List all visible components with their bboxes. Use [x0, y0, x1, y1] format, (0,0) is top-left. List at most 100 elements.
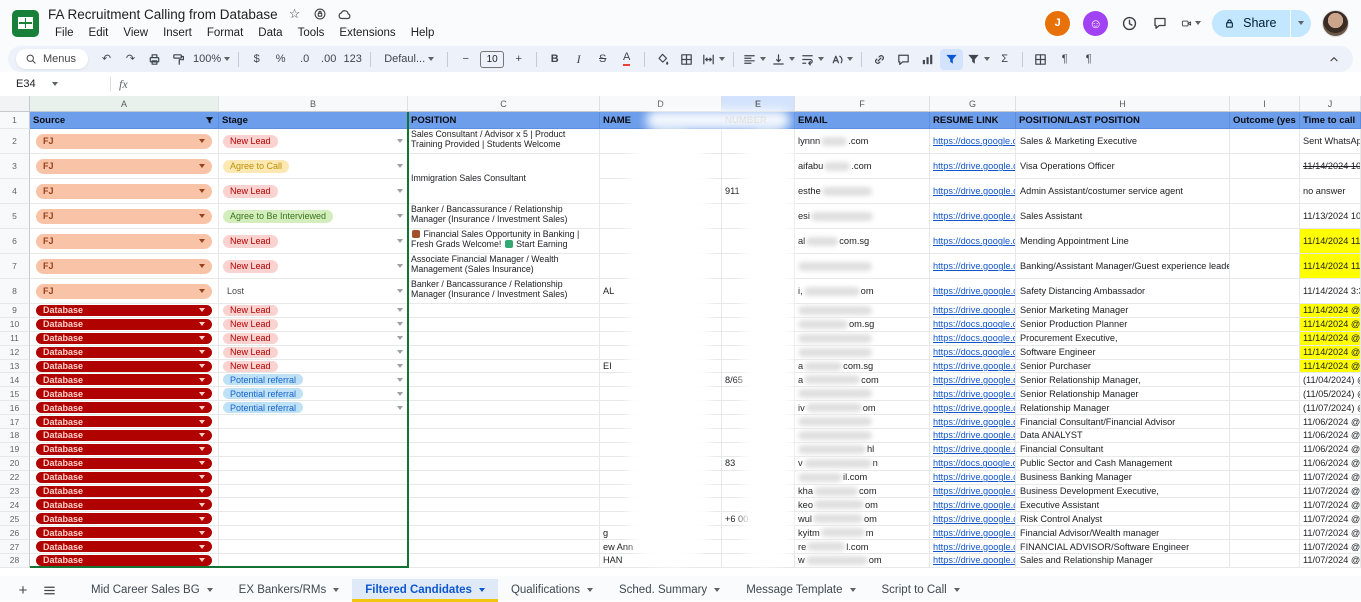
resume-link[interactable]: https://drive.google.co	[930, 254, 1015, 278]
resume-link[interactable]: https://drive.google.co	[930, 498, 1015, 511]
row-header-5[interactable]: 5	[0, 204, 30, 229]
source-chip[interactable]: Database	[36, 347, 212, 358]
menu-file[interactable]: File	[48, 26, 81, 40]
cell-G24[interactable]: https://drive.google.co	[930, 498, 1016, 512]
cell-B15[interactable]: Potential referral	[219, 387, 408, 401]
row-header-20[interactable]: 20	[0, 457, 30, 471]
zoom-select[interactable]: 100%	[191, 49, 232, 70]
row-header-19[interactable]: 19	[0, 443, 30, 457]
document-title[interactable]: FA Recruitment Calling from Database	[48, 7, 278, 22]
cell-J8[interactable]: 11/14/2024 3:3	[1300, 279, 1361, 304]
cell-I28[interactable]	[1230, 554, 1300, 568]
row-header-10[interactable]: 10	[0, 318, 30, 332]
cell-F12[interactable]	[795, 346, 930, 360]
row-header-6[interactable]: 6	[0, 229, 30, 254]
column-header-A[interactable]: A	[30, 96, 219, 112]
resume-link[interactable]: https://drive.google.co	[930, 154, 1015, 178]
source-chip[interactable]: Database	[36, 430, 212, 441]
source-chip[interactable]: Database	[36, 361, 212, 372]
row-header-15[interactable]: 15	[0, 387, 30, 401]
cell-C22[interactable]	[408, 471, 600, 485]
cell-A23[interactable]: Database	[30, 485, 219, 499]
source-chip[interactable]: FJ	[36, 234, 212, 249]
column-header-J[interactable]: J	[1300, 96, 1361, 112]
menu-tools[interactable]: Tools	[291, 26, 332, 40]
cell-F14[interactable]: acom	[795, 373, 930, 387]
cell-I4[interactable]	[1230, 179, 1300, 204]
row-header-25[interactable]: 25	[0, 512, 30, 526]
stage-chip[interactable]: New Lead	[223, 260, 278, 273]
source-chip[interactable]: FJ	[36, 209, 212, 224]
source-chip[interactable]: Database	[36, 319, 212, 330]
header-cell-G1[interactable]: RESUME LINK	[930, 112, 1016, 129]
cell-G27[interactable]: https://drive.google.co	[930, 540, 1016, 554]
collaborator-avatar[interactable]: J	[1043, 9, 1072, 38]
bold-icon[interactable]: B	[543, 49, 566, 70]
resume-link[interactable]: https://drive.google.co	[930, 401, 1015, 414]
borders-icon[interactable]	[675, 49, 698, 70]
cell-J11[interactable]: 11/14/2024 @4	[1300, 332, 1361, 346]
cell-J2[interactable]: Sent WhatsAp	[1300, 129, 1361, 154]
column-header-F[interactable]: F	[795, 96, 930, 112]
cell-I5[interactable]	[1230, 204, 1300, 229]
resume-link[interactable]: https://drive.google.co	[930, 360, 1015, 373]
star-icon[interactable]: ☆	[287, 6, 303, 22]
cell-C8[interactable]: Banker / Bancassurance / Relationship Ma…	[408, 279, 600, 304]
cell-F15[interactable]	[795, 387, 930, 401]
cell-J10[interactable]: 11/14/2024 @3	[1300, 318, 1361, 332]
cell-F24[interactable]: keoom	[795, 498, 930, 512]
cell-G11[interactable]: https://docs.google.co	[930, 332, 1016, 346]
cell-C10[interactable]	[408, 318, 600, 332]
menu-insert[interactable]: Insert	[156, 26, 199, 40]
sheets-logo-icon[interactable]	[12, 10, 39, 37]
cell-I15[interactable]	[1230, 387, 1300, 401]
insert-chart-icon[interactable]	[916, 49, 939, 70]
column-header-I[interactable]: I	[1230, 96, 1300, 112]
resume-link[interactable]: https://drive.google.co	[930, 373, 1015, 386]
menu-format[interactable]: Format	[200, 26, 250, 40]
header-cell-H1[interactable]: POSITION/LAST POSITION	[1016, 112, 1230, 129]
stage-chip[interactable]: Agree to Call	[223, 160, 289, 173]
cell-C13[interactable]	[408, 360, 600, 374]
cell-A18[interactable]: Database	[30, 429, 219, 443]
cell-G28[interactable]: https://drive.google.co	[930, 554, 1016, 568]
cell-C20[interactable]	[408, 457, 600, 471]
cell-H25[interactable]: Risk Control Analyst	[1016, 512, 1230, 526]
cell-G6[interactable]: https://docs.google.co	[930, 229, 1016, 254]
cell-A13[interactable]: Database	[30, 360, 219, 374]
resume-link[interactable]: https://drive.google.co	[930, 387, 1015, 400]
cell-F26[interactable]: kyitmm	[795, 526, 930, 540]
cell-J23[interactable]: 11/07/2024 @4	[1300, 485, 1361, 499]
column-header-B[interactable]: B	[219, 96, 408, 112]
stage-chip[interactable]: New Lead	[223, 347, 278, 358]
cell-B2[interactable]: New Lead	[219, 129, 408, 154]
resume-link[interactable]: https://drive.google.co	[930, 204, 1015, 228]
merge-cells-icon[interactable]	[699, 49, 727, 70]
cell-I2[interactable]	[1230, 129, 1300, 154]
row-header-16[interactable]: 16	[0, 401, 30, 415]
text-direction-rtl-icon[interactable]: ¶	[1077, 49, 1100, 70]
cell-H28[interactable]: Sales and Relationship Manager	[1016, 554, 1230, 568]
cell-A10[interactable]: Database	[30, 318, 219, 332]
row-header-27[interactable]: 27	[0, 540, 30, 554]
cell-A7[interactable]: FJ	[30, 254, 219, 279]
cell-G22[interactable]: https://drive.google.co	[930, 471, 1016, 485]
cell-C18[interactable]	[408, 429, 600, 443]
currency-format-icon[interactable]: $	[245, 49, 268, 70]
cell-F6[interactable]: alcom.sg	[795, 229, 930, 254]
resume-link[interactable]: https://docs.google.co	[930, 129, 1015, 153]
cell-B9[interactable]: New Lead	[219, 304, 408, 318]
cell-F8[interactable]: i,om	[795, 279, 930, 304]
resume-link[interactable]: https://drive.google.co	[930, 429, 1015, 442]
cell-H11[interactable]: Procurement Executive,	[1016, 332, 1230, 346]
cell-F19[interactable]: hl	[795, 443, 930, 457]
source-chip[interactable]: Database	[36, 444, 212, 455]
cell-A4[interactable]: FJ	[30, 179, 219, 204]
row-header-7[interactable]: 7	[0, 254, 30, 279]
cell-G16[interactable]: https://drive.google.co	[930, 401, 1016, 415]
more-formats-icon[interactable]: 123	[341, 49, 364, 70]
functions-icon[interactable]: Σ	[993, 49, 1016, 70]
row-header-14[interactable]: 14	[0, 373, 30, 387]
resume-link[interactable]: https://drive.google.co	[930, 304, 1015, 317]
cell-B13[interactable]: New Lead	[219, 360, 408, 374]
